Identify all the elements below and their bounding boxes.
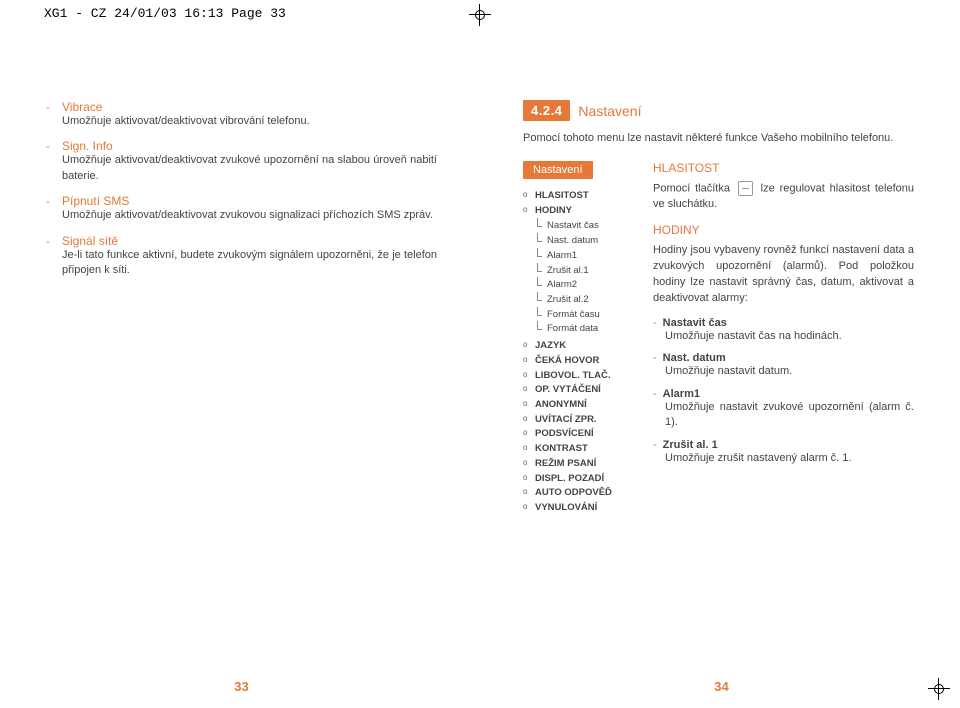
menu-subitem: Alarm2 (537, 278, 635, 293)
para-hlasitost: Pomocí tlačítka lze regulovat hlasitost … (653, 181, 914, 213)
feature-title: Sign. Info (62, 139, 113, 153)
menu-item: JAZYK (523, 339, 635, 354)
menu-item: ANONYMNÍ (523, 398, 635, 413)
feature-title: Signál sítě (62, 234, 118, 248)
menu-sublist: Nastavit čas Nast. datum Alarm1 Zrušit a… (537, 219, 635, 337)
menu-item: HODINY Nastavit čas Nast. datum Alarm1 Z… (523, 204, 635, 337)
feature-desc: Je-li tato funkce aktivní, budete zvukov… (62, 248, 437, 279)
sub-nastavit-cas: -Nastavit čas Umožňuje nastavit čas na h… (653, 317, 914, 344)
menu-column: Nastavení HLASITOST HODINY Nastavit čas … (523, 161, 635, 516)
menu-header: Nastavení (523, 161, 593, 179)
sub-nast-datum: -Nast. datum Umožňuje nastavit datum. (653, 352, 914, 379)
feature-sign-info: -Sign. Info Umožňuje aktivovat/deaktivov… (46, 139, 437, 184)
feature-vibrace: -Vibrace Umožňuje aktivovat/deaktivovat … (46, 100, 437, 129)
sub-title: Alarm1 (663, 388, 700, 400)
page-right: 4.2.4 Nastavení Pomocí tohoto menu lze n… (483, 46, 960, 708)
feature-title: Pípnutí SMS (62, 194, 129, 208)
page-number-right: 34 (714, 679, 728, 694)
sub-desc: Umožňuje nastavit čas na hodinách. (665, 329, 914, 344)
menu-item: PODSVÍCENÍ (523, 427, 635, 442)
menu-subitem: Nast. datum (537, 234, 635, 249)
page-number-left: 33 (234, 679, 248, 694)
spread: -Vibrace Umožňuje aktivovat/deaktivovat … (0, 46, 960, 708)
menu-subitem: Zrušit al.1 (537, 264, 635, 279)
sub-zrusit-al1: -Zrušit al. 1 Umožňuje zrušit nastavený … (653, 439, 914, 466)
menu-subitem: Zrušit al.2 (537, 293, 635, 308)
feature-signal-site: -Signál sítě Je-li tato funkce aktivní, … (46, 234, 437, 279)
menu-item: KONTRAST (523, 442, 635, 457)
sub-alarm1: -Alarm1 Umožňuje nastavit zvukové upozor… (653, 388, 914, 431)
feature-pipnuti-sms: -Pípnutí SMS Umožňuje aktivovat/deaktivo… (46, 194, 437, 223)
menu-item-label: HODINY (535, 205, 572, 216)
para-hodiny: Hodiny jsou vybaveny rovněž funkcí nasta… (653, 243, 914, 307)
heading-hlasitost: HLASITOST (653, 161, 914, 175)
feature-desc: Umožňuje aktivovat/deaktivovat vibrování… (62, 114, 437, 129)
menu-list: HLASITOST HODINY Nastavit čas Nast. datu… (523, 189, 635, 516)
page-left: -Vibrace Umožňuje aktivovat/deaktivovat … (0, 46, 483, 708)
menu-item: VYNULOVÁNÍ (523, 501, 635, 516)
menu-item: OP. VYTÁČENÍ (523, 383, 635, 398)
section-heading: 4.2.4 Nastavení (523, 100, 641, 121)
sub-title: Nast. datum (663, 352, 726, 364)
heading-hodiny: HODINY (653, 223, 914, 237)
menu-item: LIBOVOL. TLAČ. (523, 369, 635, 384)
section-title: Nastavení (578, 103, 641, 119)
feature-desc: Umožňuje aktivovat/deaktivovat zvukovou … (62, 208, 437, 223)
menu-item: UVÍTACÍ ZPR. (523, 413, 635, 428)
menu-subitem: Formát data (537, 322, 635, 337)
feature-desc: Umožňuje aktivovat/deaktivovat zvukové u… (62, 153, 437, 184)
feature-title: Vibrace (62, 100, 102, 114)
sub-title: Zrušit al. 1 (663, 439, 718, 451)
two-column-layout: Nastavení HLASITOST HODINY Nastavit čas … (523, 161, 914, 516)
menu-item: REŽIM PSANÍ (523, 457, 635, 472)
sub-desc: Umožňuje nastavit zvukové upozornění (al… (665, 400, 914, 431)
section-intro: Pomocí tohoto menu lze nastavit některé … (523, 131, 914, 147)
menu-item: AUTO ODPOVĚĎ (523, 486, 635, 501)
menu-item: HLASITOST (523, 189, 635, 204)
menu-item: DISPL. POZADÍ (523, 472, 635, 487)
menu-subitem: Formát času (537, 308, 635, 323)
menu-subitem: Nastavit čas (537, 219, 635, 234)
sub-title: Nastavit čas (663, 317, 727, 329)
menu-subitem: Alarm1 (537, 249, 635, 264)
sub-desc: Umožňuje nastavit datum. (665, 364, 914, 379)
rocker-button-icon (738, 181, 753, 196)
text: Pomocí tlačítka (653, 182, 730, 194)
description-column: HLASITOST Pomocí tlačítka lze regulovat … (653, 161, 914, 516)
crop-mark-top (469, 4, 491, 26)
menu-item: ČEKÁ HOVOR (523, 354, 635, 369)
section-number: 4.2.4 (523, 100, 570, 121)
sub-desc: Umožňuje zrušit nastavený alarm č. 1. (665, 451, 914, 466)
